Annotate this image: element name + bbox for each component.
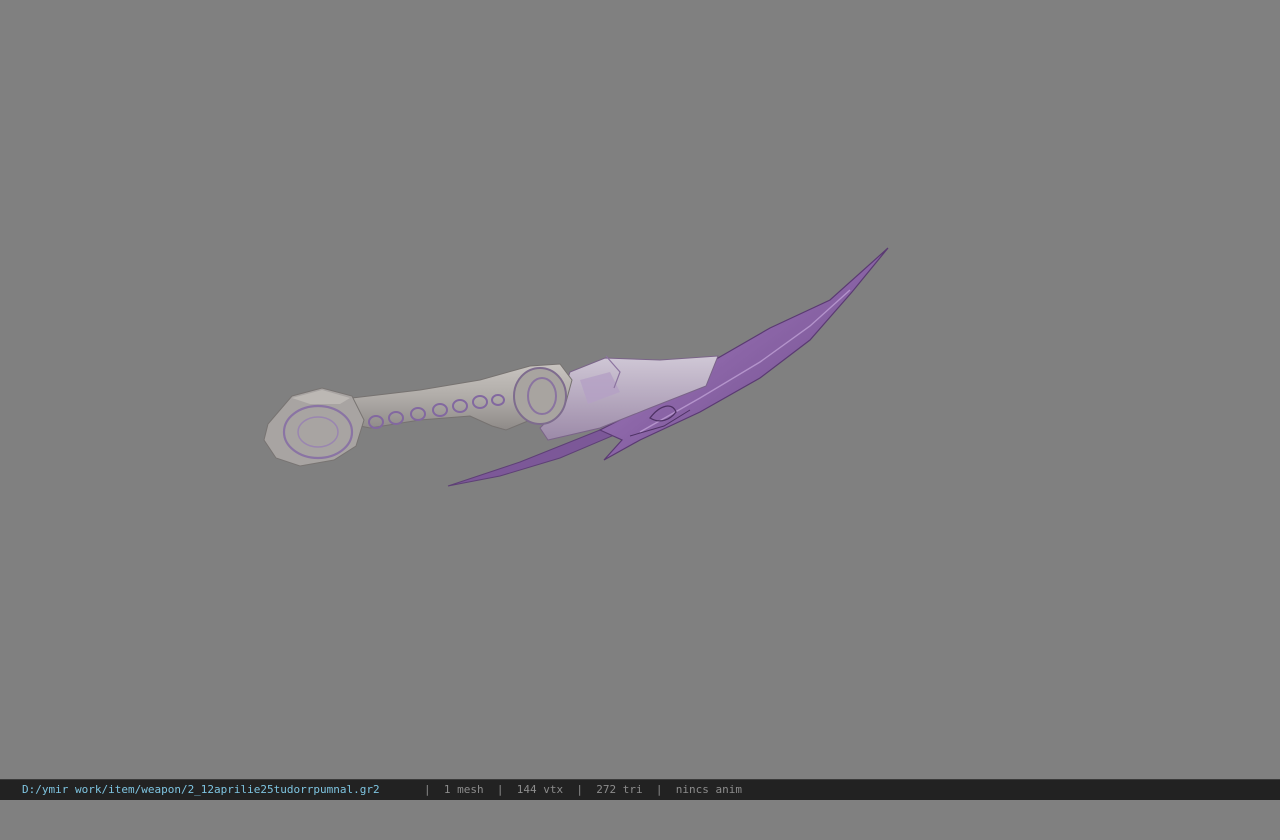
separator: | bbox=[576, 783, 583, 796]
animation-status: nincs anim bbox=[675, 783, 742, 796]
blade bbox=[598, 247, 889, 461]
model-viewport[interactable] bbox=[0, 0, 1280, 779]
separator: | bbox=[655, 783, 663, 796]
separator: | bbox=[424, 783, 431, 796]
separator: | bbox=[496, 783, 504, 796]
mesh-count: 1 mesh bbox=[443, 783, 484, 796]
vertex-count: 144 vtx bbox=[516, 783, 564, 796]
dagger-model bbox=[263, 247, 889, 487]
status-bar: D:/ymir work/item/weapon/2_12aprilie25tu… bbox=[0, 779, 1280, 800]
triangle-count: 272 tri bbox=[596, 783, 643, 796]
model-stats: | 1 mesh | 144 vtx | 272 tri | nincs ani… bbox=[424, 780, 742, 800]
file-path: D:/ymir work/item/weapon/2_12aprilie25tu… bbox=[22, 783, 380, 796]
